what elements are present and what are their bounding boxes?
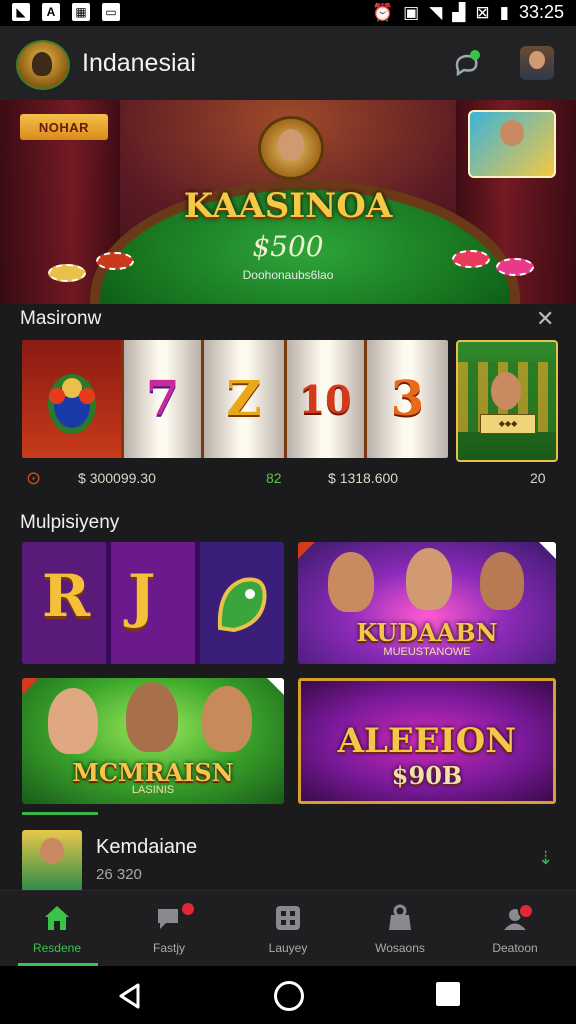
nav-label: Lauyey [268, 941, 308, 955]
app-logo[interactable] [16, 40, 70, 90]
reel-symbol: Z [226, 371, 262, 427]
wifi-icon: ◥ [429, 2, 443, 22]
tile-symbol: R [42, 562, 91, 630]
hero-subtitle: Doohonaubs6lao [242, 268, 334, 282]
tile-title: ALEEION [337, 721, 517, 761]
nav-item-home[interactable]: Resdene [2, 891, 112, 967]
alarm-icon: ⏰ [371, 2, 394, 22]
parrot-symbol-icon [47, 374, 96, 434]
home-button-icon[interactable] [274, 981, 304, 1011]
character-figure [328, 552, 374, 612]
slot-game-thumbnail[interactable]: ◆◆◆ [456, 340, 558, 462]
reel-symbol: 10 [298, 376, 352, 422]
game-tile[interactable]: ALEEION $90B [298, 678, 556, 804]
list-item-subtitle: 26 320 [96, 866, 142, 883]
nav-item-chat[interactable]: Fastjy [114, 891, 224, 967]
fish-symbol-icon [217, 577, 267, 633]
app-header: Indanesiai [0, 26, 576, 100]
nav-label: Fastjy [152, 941, 185, 955]
vibrate-icon: ▣ [403, 2, 420, 22]
hero-banner[interactable]: NOHAR KAASINOA $500 Doohonaubs6lao [0, 100, 576, 304]
corner-badge [298, 542, 315, 559]
system-indicators: ⏰ ▣ ◥ ▟ ⊠ ▮ 33:25 [372, 2, 564, 23]
game-tile[interactable]: R J [22, 542, 284, 664]
app-title: Indanesiai [82, 49, 196, 77]
grid-icon [276, 906, 300, 930]
notification-icons: ◣ A ▦ ▭ [12, 3, 120, 21]
nav-label: Deatoon [492, 941, 538, 955]
stat-value-text: 1318.600 [339, 470, 399, 486]
home-icon [45, 906, 69, 930]
scroll-indicator [22, 812, 98, 815]
dealer-emblem-icon [258, 116, 324, 180]
promo-tag: NOHAR [20, 114, 108, 140]
game-tile[interactable]: KUDAABN MUEUSTANOWE [298, 542, 556, 664]
tile-subtitle: $90B [391, 761, 463, 790]
list-item-thumbnail [22, 830, 82, 892]
data-off-icon: ⊠ [475, 2, 490, 22]
notification-icon: A [42, 3, 60, 21]
battery-icon: ▮ [499, 2, 509, 22]
host-thumbnail[interactable] [468, 110, 556, 178]
clock: 33:25 [518, 2, 564, 22]
back-icon[interactable] [116, 982, 144, 1010]
signal-icon: ▟ [452, 2, 466, 22]
tile-title: KUDAABN [356, 618, 498, 647]
slot-reel: 3 [366, 340, 448, 458]
thumbnail-banner: ◆◆◆ [480, 414, 536, 434]
nav-item-rewards[interactable]: Wosaons [345, 891, 455, 967]
nav-item-profile[interactable]: Deatoon [460, 891, 570, 967]
notification-icon: ▭ [102, 3, 120, 21]
stat-count: 20 [530, 470, 546, 486]
corner-badge [539, 542, 556, 559]
corner-badge [267, 678, 284, 695]
character-figure [48, 688, 98, 754]
user-avatar[interactable] [520, 46, 554, 80]
character-figure [202, 686, 252, 752]
notification-badge [180, 901, 196, 917]
chat-icon[interactable] [452, 48, 482, 78]
stat-value-text: 300099.30 [89, 470, 156, 486]
stat-value: $ 300099.30 [78, 470, 156, 486]
section-title: Mulpisiyeny [20, 512, 120, 533]
section-title: Masironw [20, 308, 102, 329]
character-figure [126, 682, 178, 752]
bottom-navigation: Resdene Fastjy Lauyey Wosaons Deatoon [0, 890, 576, 967]
status-bar: ◣ A ▦ ▭ ⏰ ▣ ◥ ▟ ⊠ ▮ 33:25 [0, 0, 576, 26]
list-item-title: Kemdaiane [96, 836, 198, 858]
reel-symbol: 7 [145, 371, 180, 427]
hero-title: KAASINOA [183, 186, 393, 226]
search-icon[interactable]: ⊙ [26, 468, 41, 489]
notification-icon: ▦ [72, 3, 90, 21]
slot-reel [22, 340, 125, 458]
close-icon[interactable]: ✕ [536, 306, 554, 332]
slot-reel: 7 [124, 340, 205, 458]
tile-subtitle: LASINIS [131, 784, 175, 796]
system-navigation-bar [0, 966, 576, 1024]
stat-value: 82 [266, 470, 282, 486]
slot-stats-row: ⊙ $ 300099.30 82 $ 1318.600 20 [22, 462, 554, 496]
tile-symbol: J [128, 562, 156, 630]
bag-icon [389, 904, 411, 930]
character-figure [406, 548, 452, 610]
tile-title: MCMRAISN [72, 758, 234, 787]
nav-item-games[interactable]: Lauyey [233, 891, 343, 967]
nav-label: Resdene [32, 941, 82, 955]
nav-label: Wosaons [375, 941, 425, 955]
expand-icon[interactable]: ⇣ [538, 848, 553, 869]
recent-apps-icon[interactable] [436, 982, 460, 1006]
tile-subtitle: MUEUSTANOWE [383, 646, 471, 658]
list-item[interactable]: Kemdaiane 26 320 ⇣ [0, 818, 576, 892]
slot-reel: Z [204, 340, 287, 458]
slot-machine-card[interactable]: 7 Z 10 3 [22, 340, 448, 458]
character-figure [480, 552, 524, 610]
stat-value: $ 1318.600 [328, 470, 399, 486]
slot-reel: 10 [286, 340, 367, 458]
game-tile[interactable]: MCMRAISN LASINIS [22, 678, 284, 804]
reel-symbol: 3 [390, 371, 425, 427]
hero-amount: $500 [252, 230, 324, 263]
notification-icon: ◣ [12, 3, 30, 21]
corner-badge [22, 678, 39, 695]
notification-badge [518, 903, 534, 919]
